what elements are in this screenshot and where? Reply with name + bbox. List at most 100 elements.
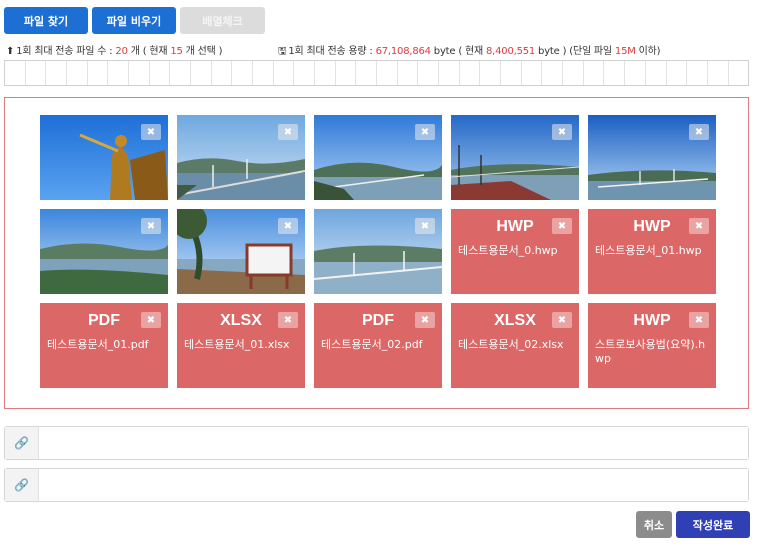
progress-cell: [542, 61, 564, 85]
submit-button[interactable]: 작성완료: [676, 511, 750, 538]
progress-cell: [46, 61, 68, 85]
image-file-tile: ✖: [40, 209, 168, 294]
progress-cell: [150, 61, 171, 85]
size-suffix: 이하): [635, 46, 661, 57]
count-suffix: 개 선택 ): [182, 46, 223, 57]
file-count-info: ⬆ 1회 최대 전송 파일 수 : 20 개 ( 현재 15 개 선택 ): [6, 42, 223, 57]
file-name: 테스트용문서_02.pdf: [321, 338, 423, 351]
file-name: 테스트용문서_01.pdf: [47, 338, 149, 351]
progress-cell: [398, 61, 419, 85]
image-file-tile: ✖: [314, 209, 442, 294]
count-max: 20: [115, 46, 128, 57]
image-file-tile: ✖: [40, 115, 168, 200]
progress-cell: [315, 61, 336, 85]
remove-file-icon[interactable]: ✖: [689, 218, 709, 234]
size-prefix: 1회 최대 전송 용량 :: [288, 46, 376, 57]
progress-cell: [584, 61, 605, 85]
progress-cell: [501, 61, 522, 85]
link-icon: 🔗: [5, 469, 39, 501]
file-name: 테스트용문서_01.hwp: [595, 244, 702, 257]
order-check-button[interactable]: 배열체크: [180, 7, 265, 34]
progress-cell: [460, 61, 481, 85]
size-mid2: byte ) (단일 파일: [535, 46, 615, 57]
remove-file-icon[interactable]: ✖: [689, 312, 709, 328]
progress-cell: [232, 61, 254, 85]
progress-cell: [377, 61, 398, 85]
count-current: 15: [170, 46, 183, 57]
progress-cell: [667, 61, 688, 85]
upload-progress-bar: [4, 60, 749, 86]
upload-icon: ⬆: [6, 46, 15, 57]
document-file-tile: HWP 테스트용문서_01.hwp ✖: [588, 209, 716, 294]
remove-file-icon[interactable]: ✖: [552, 124, 572, 140]
image-file-tile: ✖: [177, 115, 305, 200]
file-name: 테스트용문서_01.xlsx: [184, 338, 290, 351]
progress-cell: [604, 61, 626, 85]
progress-cell: [646, 61, 667, 85]
link-icon: 🔗: [5, 427, 39, 459]
size-current: 8,400,551: [485, 46, 536, 57]
progress-cell: [480, 61, 502, 85]
progress-cell: [170, 61, 192, 85]
image-file-tile: ✖: [177, 209, 305, 294]
remove-file-icon[interactable]: ✖: [141, 124, 161, 140]
remove-file-icon[interactable]: ✖: [415, 124, 435, 140]
document-file-tile: XLSX 테스트용문서_02.xlsx ✖: [451, 303, 579, 388]
remove-file-icon[interactable]: ✖: [415, 312, 435, 328]
file-toolbar: 파일 찾기 파일 비우기 배열체크: [4, 7, 265, 34]
count-prefix: 1회 최대 전송 파일 수 :: [16, 46, 116, 57]
progress-cell: [294, 61, 316, 85]
floppy-disk-icon: 🖫: [278, 46, 287, 57]
progress-cell: [108, 61, 130, 85]
progress-cell: [418, 61, 440, 85]
progress-cell: [212, 61, 233, 85]
file-size-info: 🖫 1회 최대 전송 용량 : 67,108,864 byte ( 현재 8,40…: [278, 42, 661, 61]
remove-file-icon[interactable]: ✖: [278, 218, 298, 234]
file-name: 스트로보사용법(요약).hwp: [595, 338, 706, 365]
file-list-area[interactable]: ✖ ✖ ✖ ✖ ✖ ✖ ✖ ✖ HWP 테스트용문서_0.hwp ✖ HWP 테…: [4, 97, 749, 409]
url-row-2: 🔗: [4, 468, 749, 502]
progress-cell: [439, 61, 460, 85]
remove-file-icon[interactable]: ✖: [552, 312, 572, 328]
progress-cell: [274, 61, 295, 85]
progress-cell: [522, 61, 543, 85]
progress-cell: [356, 61, 378, 85]
progress-cell: [67, 61, 88, 85]
url-input-1[interactable]: [39, 427, 748, 459]
progress-cell: [26, 61, 47, 85]
progress-cell: [729, 61, 749, 85]
remove-file-icon[interactable]: ✖: [415, 218, 435, 234]
progress-cell: [708, 61, 729, 85]
remove-file-icon[interactable]: ✖: [552, 218, 572, 234]
progress-cell: [563, 61, 584, 85]
form-actions: 취소 작성완료: [636, 511, 750, 538]
file-grid: ✖ ✖ ✖ ✖ ✖ ✖ ✖ ✖ HWP 테스트용문서_0.hwp ✖ HWP 테…: [40, 115, 716, 388]
document-file-tile: XLSX 테스트용문서_01.xlsx ✖: [177, 303, 305, 388]
progress-cell: [129, 61, 150, 85]
url-input-2[interactable]: [39, 469, 748, 501]
image-file-tile: ✖: [314, 115, 442, 200]
document-file-tile: PDF 테스트용문서_01.pdf ✖: [40, 303, 168, 388]
progress-cell: [88, 61, 109, 85]
progress-cell: [191, 61, 212, 85]
remove-file-icon[interactable]: ✖: [141, 218, 161, 234]
clear-files-button[interactable]: 파일 비우기: [92, 7, 176, 34]
progress-cell: [687, 61, 708, 85]
count-mid: 개 ( 현재: [127, 46, 171, 57]
document-file-tile: HWP 스트로보사용법(요약).hwp ✖: [588, 303, 716, 388]
url-row-1: 🔗: [4, 426, 749, 460]
file-name: 테스트용문서_0.hwp: [458, 244, 558, 257]
remove-file-icon[interactable]: ✖: [278, 124, 298, 140]
progress-cell: [336, 61, 357, 85]
file-name: 테스트용문서_02.xlsx: [458, 338, 564, 351]
remove-file-icon[interactable]: ✖: [278, 312, 298, 328]
cancel-button[interactable]: 취소: [636, 511, 672, 538]
progress-cell: [5, 61, 26, 85]
remove-file-icon[interactable]: ✖: [141, 312, 161, 328]
document-file-tile: HWP 테스트용문서_0.hwp ✖: [451, 209, 579, 294]
remove-file-icon[interactable]: ✖: [689, 124, 709, 140]
progress-cell: [253, 61, 274, 85]
size-single: 15M: [614, 46, 636, 57]
find-files-button[interactable]: 파일 찾기: [4, 7, 88, 34]
image-file-tile: ✖: [451, 115, 579, 200]
